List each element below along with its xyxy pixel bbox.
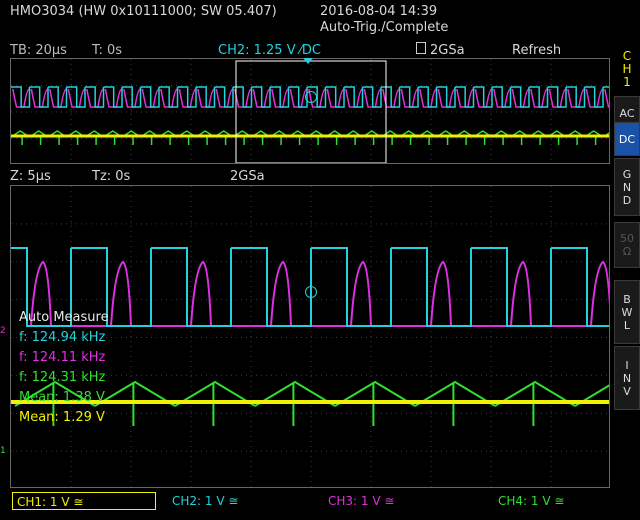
- zoom-timebase[interactable]: Z: 5µs: [10, 169, 51, 184]
- sample-rate-readout: 2GSa: [430, 43, 465, 58]
- zoom-sample-rate: 2GSa: [230, 169, 265, 184]
- timebase-readout[interactable]: TB: 20µs: [10, 43, 67, 58]
- memory-icon: [416, 42, 426, 54]
- ov-ch4-trace: [11, 130, 609, 145]
- trigger-time-readout[interactable]: T: 0s: [92, 43, 122, 58]
- zoom-center-crosshair-icon: [305, 286, 317, 298]
- zm-ch3-trace: [30, 260, 609, 327]
- measure-row: Mean: 1.38 V: [19, 390, 105, 405]
- trigger-position-icon[interactable]: [303, 58, 313, 64]
- datetime: 2016-08-04 14:39: [320, 4, 438, 19]
- ch4-level-marker[interactable]: 1: [0, 446, 6, 456]
- acquisition-status: Auto-Trig./Complete: [320, 20, 449, 35]
- side-menu-channel-title: CH1: [614, 44, 640, 94]
- overview-waveform-svg: [11, 59, 609, 163]
- measure-row: f: 124.11 kHz: [19, 350, 106, 365]
- ch3-level-marker[interactable]: 2: [0, 326, 6, 336]
- softkey-50[interactable]: 50 Ω: [614, 222, 640, 268]
- channel-4-button[interactable]: CH4: 1 V ≅: [494, 492, 638, 510]
- channel-1-button[interactable]: CH1: 1 V ≅: [12, 492, 156, 510]
- auto-measure-panel: Auto Measure f: 124.94 kHz f: 124.11 kHz f…: [19, 310, 109, 430]
- auto-measure-title: Auto Measure: [19, 310, 109, 325]
- overview-grid: [11, 59, 609, 163]
- center-crosshair-icon: [305, 91, 317, 103]
- measure-row: f: 124.31 kHz: [19, 370, 106, 385]
- overview-waveform-display[interactable]: [10, 58, 610, 164]
- softkey-inv[interactable]: INV: [614, 346, 640, 410]
- channel-3-button[interactable]: CH3: 1 V ≅: [324, 492, 468, 510]
- measure-row: f: 124.94 kHz: [19, 330, 106, 345]
- zoom-time-offset[interactable]: Tz: 0s: [92, 169, 130, 184]
- trigger-source-readout[interactable]: CH2: 1.25 V ⁄DC: [218, 43, 321, 58]
- measure-row: Mean: 1.29 V: [19, 410, 105, 425]
- channel-2-button[interactable]: CH2: 1 V ≅: [168, 492, 312, 510]
- acquisition-mode[interactable]: Refresh: [512, 43, 561, 58]
- zoom-waveform-display[interactable]: Auto Measure f: 124.94 kHz f: 124.11 kHz f…: [10, 185, 610, 488]
- softkey-bwl[interactable]: BWL: [614, 280, 640, 344]
- softkey-dc[interactable]: DC: [614, 122, 640, 156]
- softkey-gnd[interactable]: GND: [614, 158, 640, 216]
- device-info: HMO3034 (HW 0x10111000; SW 05.407): [10, 4, 277, 19]
